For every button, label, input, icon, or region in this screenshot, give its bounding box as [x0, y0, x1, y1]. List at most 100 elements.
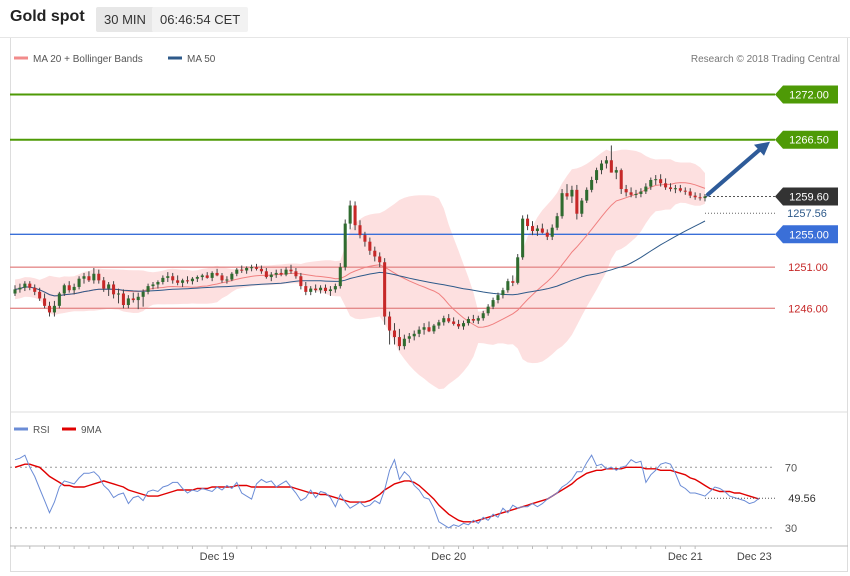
candle-body: [254, 267, 259, 269]
time-tick-label: Dec 19: [200, 551, 235, 563]
candle-body: [609, 160, 613, 173]
candle-body: [18, 287, 22, 290]
candle-body: [225, 279, 229, 281]
candle-body: [289, 269, 293, 272]
candle-body: [343, 223, 347, 268]
candle-body: [121, 293, 125, 306]
candle-body: [195, 277, 199, 279]
candle-body: [565, 193, 569, 197]
candle-body: [526, 218, 530, 227]
candle-body: [102, 280, 106, 289]
time-tick-label: Dec 20: [431, 551, 466, 563]
candle-body: [358, 225, 362, 236]
candle-body: [422, 327, 426, 330]
candle-body: [383, 262, 387, 317]
candle-body: [274, 272, 278, 275]
candle-body: [703, 196, 707, 199]
candle-body: [496, 295, 500, 301]
level-label-1266.50: 1266.50: [789, 135, 829, 147]
candle-body: [200, 275, 204, 278]
candle-body: [141, 291, 145, 297]
candle-body: [599, 163, 604, 171]
time-tick-label: Dec 23: [737, 551, 772, 563]
candle-body: [67, 285, 71, 291]
candle-body: [506, 281, 510, 291]
candle-body: [491, 300, 495, 307]
candle-body: [309, 288, 313, 292]
candle-body: [659, 179, 663, 184]
candle-body: [235, 269, 239, 274]
candle-body: [481, 313, 485, 319]
rsi-tick-30: 30: [785, 523, 797, 535]
copyright-text: Research © 2018 Trading Central: [691, 54, 840, 65]
candle-body: [634, 193, 638, 195]
candle-body: [649, 179, 653, 187]
candle-body: [82, 276, 86, 279]
projection-arrow: [706, 141, 770, 197]
candle-body: [304, 286, 308, 292]
candle-body: [461, 323, 466, 327]
candle-body: [205, 275, 209, 278]
candle-body: [279, 272, 283, 275]
candle-body: [673, 188, 677, 190]
candle-body: [639, 191, 643, 194]
candle-body: [116, 293, 121, 295]
last-price-label: 1259.60: [789, 191, 829, 203]
candle-body: [545, 232, 549, 237]
candle-body: [442, 318, 446, 323]
candle-body: [190, 278, 194, 282]
level-label-1246.00: 1246.00: [788, 303, 828, 315]
candle-body: [555, 216, 559, 228]
candle-body: [412, 333, 416, 337]
rsi-last-value: 49.56: [788, 493, 816, 505]
candle-body: [570, 189, 574, 197]
candle-body: [437, 322, 441, 326]
candle-body: [28, 283, 32, 288]
candle-body: [43, 298, 47, 306]
candle-body: [417, 329, 421, 334]
candle-body: [521, 218, 525, 258]
level-label-1272.00: 1272.00: [789, 89, 829, 101]
candle-body: [47, 305, 52, 313]
candle-body: [126, 298, 130, 306]
candle-body: [388, 316, 392, 331]
candle-body: [486, 306, 490, 314]
candle-body: [215, 272, 219, 276]
candle-body: [210, 272, 214, 278]
projection-arrow-shaft: [706, 145, 764, 197]
price-level-labels: 1272.00 1266.50 1259.60 1257.56 1255.00 1251.…: [775, 85, 838, 315]
candle-body: [614, 170, 618, 173]
candle-body: [314, 288, 318, 291]
candle-body: [176, 280, 180, 283]
candle-body: [535, 228, 539, 231]
candle-body: [353, 205, 357, 226]
candle-body: [654, 179, 658, 181]
candle-body: [33, 287, 37, 292]
candle-body: [264, 271, 268, 278]
candle-body: [688, 191, 692, 196]
level-label-1251.00: 1251.00: [788, 262, 828, 274]
candle-body: [550, 227, 554, 237]
candle-body: [629, 192, 633, 195]
candle-body: [511, 281, 515, 283]
candle-body: [427, 327, 431, 332]
chart-canvas[interactable]: MA 20 + Bollinger Bands MA 50 Research ©…: [0, 0, 850, 576]
candle-body: [57, 293, 61, 306]
rsi-tick-70: 70: [785, 462, 797, 474]
candle-body: [432, 325, 436, 332]
ma50-value-label: 1257.56: [787, 208, 827, 220]
candle-body: [23, 283, 27, 288]
candle-body: [530, 226, 535, 231]
candle-body: [112, 284, 116, 295]
candle-body: [171, 276, 175, 281]
candle-body: [664, 183, 668, 188]
candle-body: [619, 170, 623, 190]
ma20-legend-label: MA 20 + Bollinger Bands: [33, 54, 143, 65]
candle-body: [560, 193, 564, 217]
rsi-ma-legend-label: 9MA: [81, 425, 102, 436]
candle-body: [77, 278, 81, 287]
candle-body: [501, 290, 505, 296]
candle-body: [269, 274, 273, 278]
candle-body: [151, 284, 155, 287]
candle-body: [250, 267, 254, 269]
